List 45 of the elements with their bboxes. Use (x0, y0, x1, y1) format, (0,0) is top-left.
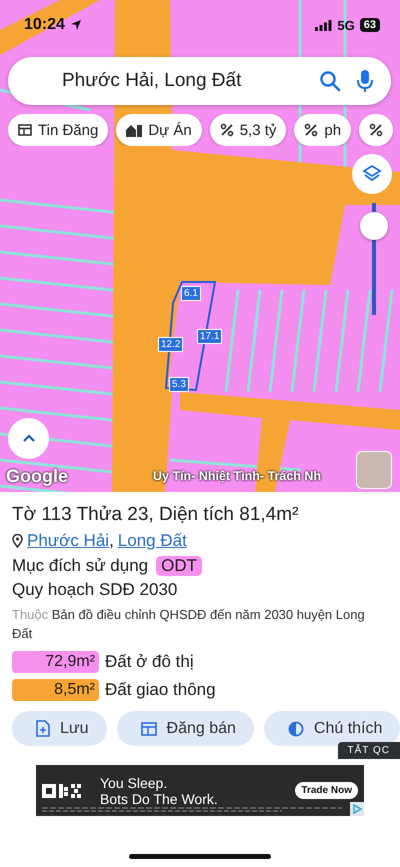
google-attribution: Google (6, 466, 68, 487)
usage-label: Mục đích sử dụng (12, 556, 148, 576)
signal-icon (315, 20, 332, 30)
ratio-icon (220, 123, 234, 137)
layers-icon (362, 164, 382, 184)
location-arrow-icon (70, 19, 82, 31)
edge-length-label: 17.1 (197, 329, 222, 344)
add-document-icon (36, 720, 50, 737)
table-icon (140, 722, 157, 736)
filter-chip[interactable]: 5,3 tỷ (210, 114, 286, 146)
separator-text: , (109, 531, 114, 551)
contrast-icon (288, 720, 304, 736)
filter-chip[interactable]: Tin Đăng (8, 114, 108, 146)
location-pin-icon (12, 534, 23, 548)
source-note: Thuộc Bản đồ điều chỉnh QHSDĐ đến năm 2030 huyện Long Đất (12, 606, 366, 643)
search-icon[interactable] (319, 70, 341, 92)
ad-banner[interactable]: You Sleep. Bots Do The Work. Trade Now (36, 765, 364, 816)
parcel-title: Tờ 113 Thửa 23, Diện tích 81,4m² (12, 503, 300, 527)
filter-chip[interactable]: Dự Án (116, 114, 202, 146)
ratio-icon (369, 123, 384, 137)
ad-headline: Bots Do The Work. (100, 790, 219, 806)
zone-area-tag: 8,5m² (12, 679, 99, 701)
zone-label: Đất ở đô thị (105, 652, 194, 672)
trade-now-button[interactable]: Trade Now (295, 782, 358, 799)
location-link[interactable]: Phước Hải (27, 531, 110, 551)
edge-length-label: 6.1 (181, 286, 201, 301)
action-button[interactable]: Đăng bán (116, 711, 254, 746)
location-link[interactable]: Long Đất (118, 531, 187, 551)
network-label: 5G (337, 18, 355, 32)
table-icon (18, 124, 32, 136)
microphone-icon[interactable] (357, 69, 373, 93)
edge-length-label: 12.2 (158, 337, 184, 352)
edge-length-label: 5.3 (169, 377, 189, 392)
zone-area-tag: 72,9m² (12, 651, 99, 673)
plan-title: Quy hoạch SDĐ 2030 (12, 580, 178, 600)
usage-code-tag: ODT (156, 556, 202, 576)
action-button[interactable]: Lưu (12, 711, 107, 746)
buildings-icon (126, 124, 142, 136)
battery-level: 63 (360, 18, 380, 32)
close-ad-button[interactable]: TẮT QC (338, 742, 400, 759)
zone-label: Đất giao thông (105, 680, 216, 700)
ratio-icon (304, 123, 318, 137)
search-field[interactable]: Phước Hải, Long Đất (8, 57, 391, 105)
ad-headline: You Sleep. (100, 774, 168, 790)
chevron-up-icon (22, 434, 36, 443)
